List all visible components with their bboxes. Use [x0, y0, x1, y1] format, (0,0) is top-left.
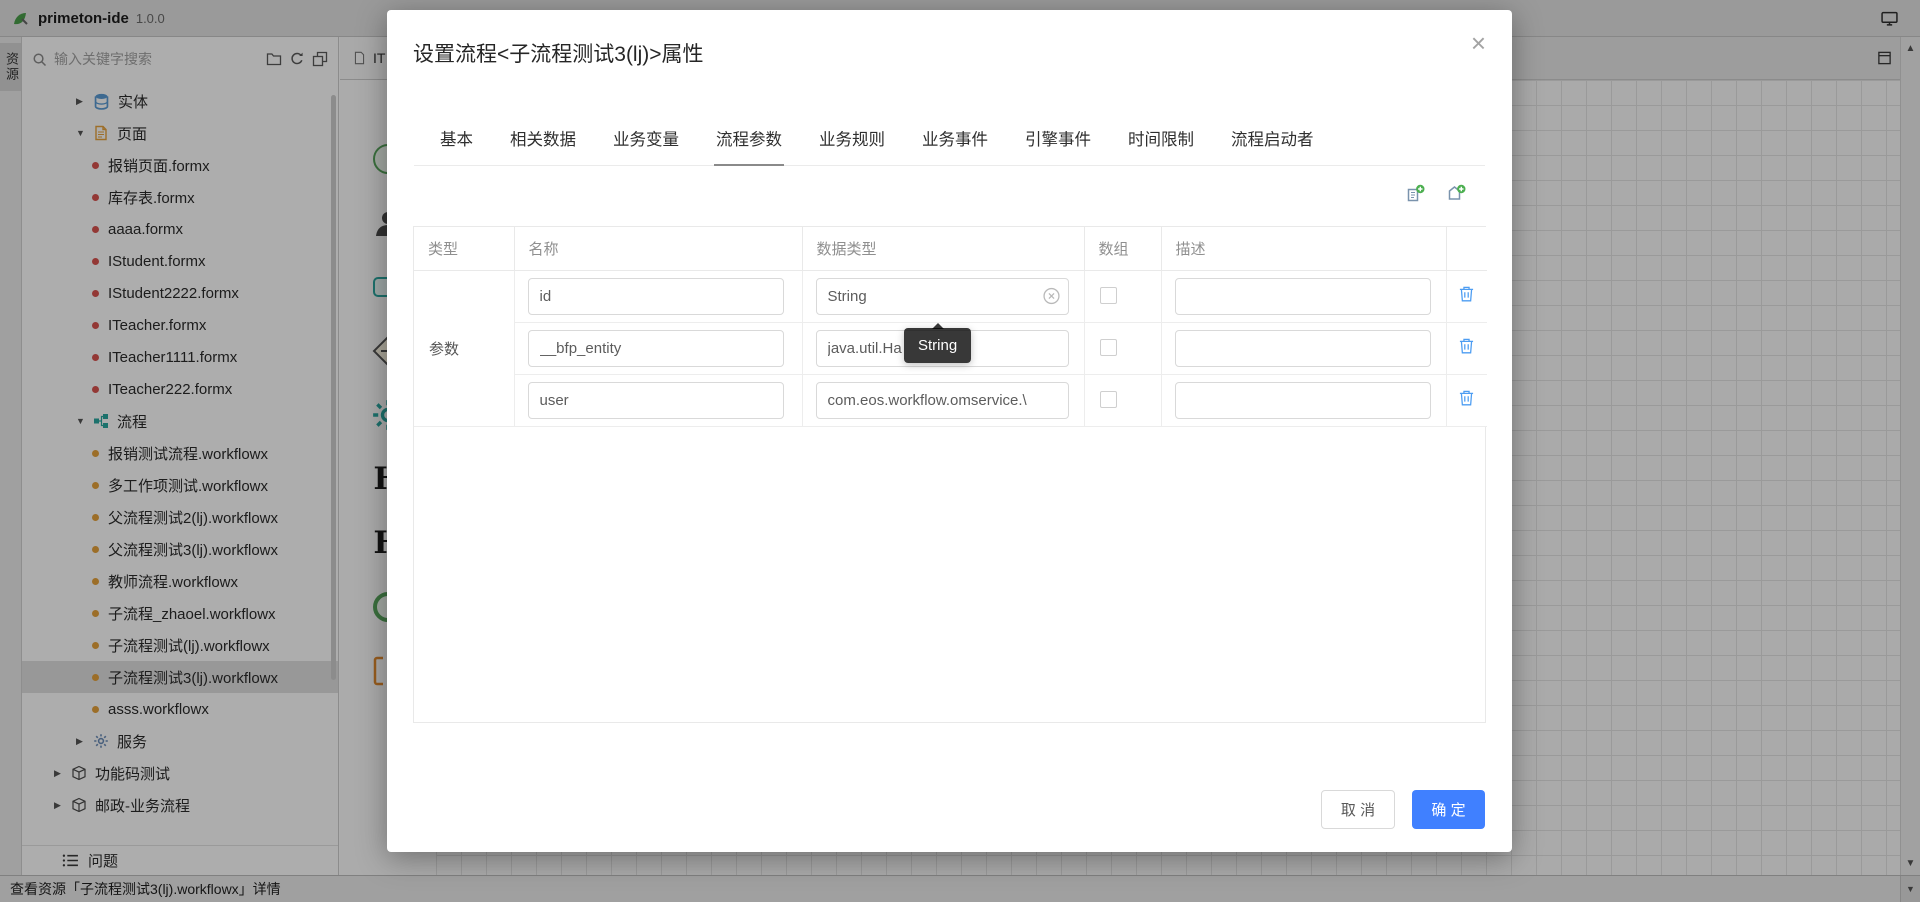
- process-properties-dialog: 设置流程<子流程测试3(lj)>属性 × 基本相关数据业务变量流程参数业务规则业…: [387, 10, 1512, 852]
- param-row-2: [414, 374, 1487, 426]
- add-parameter-icon[interactable]: [1405, 184, 1426, 204]
- param-row-0: 参数: [414, 270, 1487, 322]
- dialog-title: 设置流程<子流程测试3(lj)>属性: [413, 38, 704, 68]
- type-tooltip: String: [904, 328, 971, 363]
- table-actions: [1405, 184, 1467, 204]
- param-col-header-4: 描述: [1161, 227, 1446, 270]
- dialog-tab-0[interactable]: 基本: [438, 126, 475, 165]
- delete-row-icon-1[interactable]: [1458, 337, 1475, 355]
- param-desc-input-2[interactable]: [1175, 382, 1431, 419]
- close-icon[interactable]: ×: [1471, 30, 1486, 56]
- param-col-header-2: 数据类型: [802, 227, 1084, 270]
- array-checkbox-1[interactable]: [1100, 339, 1117, 356]
- param-desc-input-0[interactable]: [1175, 278, 1431, 315]
- cancel-button[interactable]: 取 消: [1321, 790, 1395, 829]
- dialog-tab-4[interactable]: 业务规则: [817, 126, 887, 165]
- param-col-header-1: 名称: [514, 227, 802, 270]
- array-checkbox-0[interactable]: [1100, 287, 1117, 304]
- clear-icon[interactable]: [1043, 288, 1060, 305]
- param-table-head-row: 类型名称数据类型数组描述: [414, 227, 1487, 270]
- dialog-tab-2[interactable]: 业务变量: [611, 126, 681, 165]
- parameters-table: 类型名称数据类型数组描述 参数: [413, 226, 1486, 723]
- dialog-tab-1[interactable]: 相关数据: [508, 126, 578, 165]
- param-name-input-2[interactable]: [528, 382, 784, 419]
- dialog-tabs: 基本相关数据业务变量流程参数业务规则业务事件引擎事件时间限制流程启动者: [414, 126, 1485, 166]
- array-checkbox-2[interactable]: [1100, 391, 1117, 408]
- param-col-header-5: [1446, 227, 1487, 270]
- dialog-tabs-wrap: 基本相关数据业务变量流程参数业务规则业务事件引擎事件时间限制流程启动者: [414, 126, 1485, 166]
- param-group-label: 参数: [414, 270, 514, 426]
- param-name-input-1[interactable]: [528, 330, 784, 367]
- add-reference-icon[interactable]: [1446, 184, 1467, 204]
- dialog-tab-6[interactable]: 引擎事件: [1023, 126, 1093, 165]
- dialog-tab-8[interactable]: 流程启动者: [1229, 126, 1316, 165]
- param-name-input-0[interactable]: [528, 278, 784, 315]
- delete-row-icon-0[interactable]: [1458, 285, 1475, 303]
- screen: primeton-ide 1.0.0 资源 ▶实体▼页面报销页面.formx库存…: [0, 0, 1920, 902]
- dialog-tab-3[interactable]: 流程参数: [714, 126, 784, 165]
- param-type-input-2[interactable]: [816, 382, 1069, 419]
- dialog-tab-7[interactable]: 时间限制: [1126, 126, 1196, 165]
- param-type-input-0[interactable]: [816, 278, 1069, 315]
- param-col-header-0: 类型: [414, 227, 514, 270]
- ok-button[interactable]: 确 定: [1412, 790, 1485, 829]
- tooltip-text: String: [918, 337, 957, 354]
- dialog-tab-5[interactable]: 业务事件: [920, 126, 990, 165]
- param-desc-input-1[interactable]: [1175, 330, 1431, 367]
- dialog-footer: 取 消 确 定: [1321, 790, 1485, 829]
- param-col-header-3: 数组: [1084, 227, 1161, 270]
- delete-row-icon-2[interactable]: [1458, 389, 1475, 407]
